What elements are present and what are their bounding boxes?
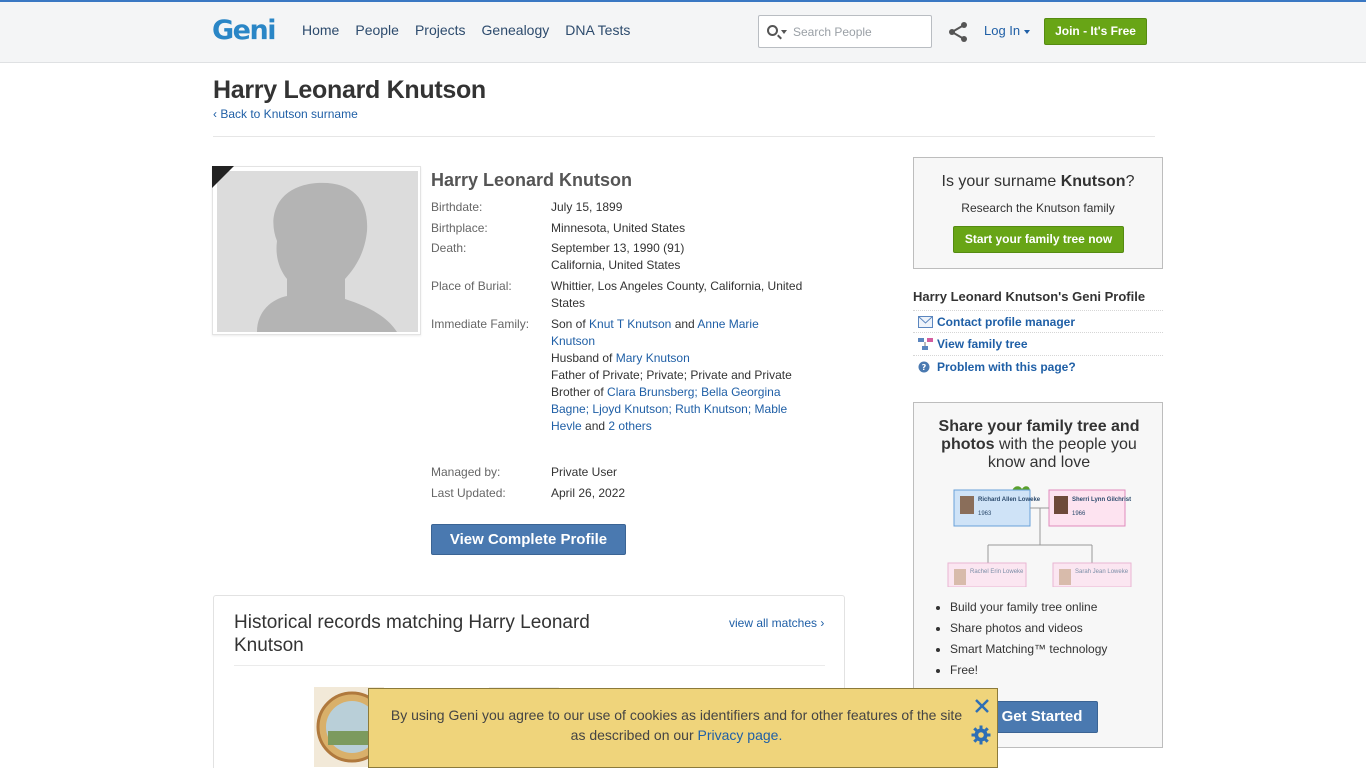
- parents-line: Son of Knut T Knutson and Anne Marie Knu…: [551, 316, 796, 350]
- login-menu[interactable]: Log In: [984, 23, 1031, 38]
- tree-person-name: Sherri Lynn Gilchrist: [1072, 497, 1131, 503]
- geni-profile-section: Harry Leonard Knutson's Geni Profile Con…: [913, 289, 1163, 374]
- divider: [234, 665, 825, 666]
- tree-person-year: 1966: [1072, 511, 1086, 517]
- envelope-icon: [918, 316, 933, 328]
- tree-person-name: Richard Allen Loweke: [978, 497, 1041, 503]
- main-nav: Home People Projects Genealogy DNA Tests: [302, 22, 646, 38]
- benefit-item: Free!: [950, 664, 1107, 676]
- close-icon[interactable]: [973, 697, 991, 715]
- tree-person-name: Rachel Erin Loweke: [970, 569, 1024, 575]
- death-label: Death:: [431, 241, 467, 255]
- benefits-list: Build your family tree online Share phot…: [950, 601, 1107, 685]
- cookie-message-text: By using Geni you agree to our use of co…: [390, 707, 963, 743]
- chevron-down-icon[interactable]: [781, 30, 787, 34]
- benefit-item: Build your family tree online: [950, 601, 1107, 613]
- divider: [213, 136, 1155, 137]
- husband-of-text: Husband of: [551, 351, 613, 365]
- nav-genealogy[interactable]: Genealogy: [482, 22, 550, 38]
- page-title: Harry Leonard Knutson: [213, 76, 486, 104]
- contact-manager-link[interactable]: Contact profile manager: [913, 310, 1163, 332]
- birthdate-label: Birthdate:: [431, 200, 483, 214]
- share-heading-rest: with the people you know and love: [987, 436, 1137, 471]
- others-link[interactable]: 2 others: [608, 419, 651, 433]
- surname-question-text: Is your surname: [941, 173, 1057, 190]
- geni-profile-heading: Harry Leonard Knutson's Geni Profile: [913, 289, 1146, 304]
- and-text: and: [585, 419, 606, 433]
- nav-dna-tests[interactable]: DNA Tests: [565, 22, 630, 38]
- contact-manager-label[interactable]: Contact profile manager: [937, 315, 1075, 329]
- privacy-page-link[interactable]: Privacy page.: [698, 727, 783, 743]
- nav-people[interactable]: People: [355, 22, 399, 38]
- chevron-down-icon: [1024, 29, 1031, 34]
- profile-photo[interactable]: [212, 166, 421, 335]
- managed-value: Private User: [551, 465, 618, 479]
- updated-value: April 26, 2022: [551, 486, 626, 500]
- deceased-ribbon: [212, 166, 234, 188]
- sibling-link[interactable]: Ljoyd Knutson: [592, 402, 668, 416]
- family-tree-illustration: Richard Allen Loweke 1963 Sherri Lynn Gi…: [947, 486, 1132, 587]
- view-family-tree-label[interactable]: View family tree: [937, 337, 1028, 351]
- search-icon: [767, 25, 778, 36]
- death-date: September 13, 1990 (91): [551, 241, 685, 255]
- death-place: California, United States: [551, 258, 681, 272]
- tree-person-year: 1963: [978, 511, 992, 517]
- problem-link[interactable]: ? Problem with this page?: [913, 355, 1163, 377]
- sibling-link[interactable]: Ruth Knutson: [675, 402, 748, 416]
- svg-text:?: ?: [922, 363, 927, 372]
- join-button[interactable]: Join - It's Free: [1044, 18, 1147, 45]
- silhouette-icon: [257, 182, 397, 332]
- search-box[interactable]: [758, 15, 932, 48]
- brother-of-text: Brother of: [551, 385, 604, 399]
- view-complete-profile-button[interactable]: View Complete Profile: [431, 524, 626, 555]
- family-label: Immediate Family:: [431, 317, 530, 331]
- benefit-item: Share photos and videos: [950, 622, 1107, 634]
- view-family-tree-link[interactable]: View family tree: [913, 332, 1163, 354]
- share-icon[interactable]: [947, 21, 969, 43]
- family-tree-icon: [918, 338, 933, 350]
- family-value: Son of Knut T Knutson and Anne Marie Knu…: [551, 316, 796, 435]
- share-heading: Share your family tree and photos with t…: [924, 418, 1154, 472]
- top-header: Geni Home People Projects Genealogy DNA …: [0, 0, 1366, 63]
- burial-value: Whittier, Los Angeles County, California…: [551, 279, 803, 310]
- sibling-link[interactable]: Clara Brunsberg: [607, 385, 694, 399]
- help-icon: ?: [918, 361, 930, 373]
- cookie-banner: By using Geni you agree to our use of co…: [368, 688, 998, 768]
- siblings-line: Brother of Clara Brunsberg; Bella Georgi…: [551, 385, 788, 433]
- profile-name: Harry Leonard Knutson: [431, 170, 633, 190]
- spouse-link[interactable]: Mary Knutson: [616, 351, 690, 365]
- son-of-text: Son of: [551, 317, 586, 331]
- records-title: Historical records matching Harry Leonar…: [234, 612, 590, 656]
- birthplace-value: Minnesota, United States: [551, 221, 686, 235]
- gear-icon[interactable]: [971, 725, 991, 745]
- benefit-item: Smart Matching™ technology: [950, 643, 1107, 655]
- burial-label: Place of Burial:: [431, 279, 512, 293]
- back-to-surname-link[interactable]: ‹ Back to Knutson surname: [213, 107, 358, 121]
- spouse-line: Husband of Mary Knutson: [551, 350, 796, 367]
- research-text: Research the Knutson family: [961, 201, 1115, 215]
- start-family-tree-button[interactable]: Start your family tree now: [953, 226, 1124, 253]
- father-link[interactable]: Knut T Knutson: [589, 317, 671, 331]
- managed-label: Managed by:: [431, 465, 501, 479]
- problem-label[interactable]: Problem with this page?: [937, 360, 1076, 374]
- login-label[interactable]: Log In: [984, 23, 1020, 38]
- geni-logo[interactable]: Geni: [212, 15, 276, 46]
- birthdate-value: July 15, 1899: [551, 200, 623, 214]
- surname-name: Knutson: [1060, 173, 1126, 190]
- question-mark: ?: [1125, 173, 1135, 190]
- surname-question: Is your surname Knutson?: [914, 173, 1162, 191]
- search-input[interactable]: [793, 24, 925, 40]
- updated-label: Last Updated:: [431, 486, 506, 500]
- get-started-button[interactable]: Get Started: [986, 701, 1098, 733]
- tree-person-name: Sarah Jean Loweke: [1075, 569, 1129, 575]
- cookie-message: By using Geni you agree to our use of co…: [389, 705, 964, 745]
- birthplace-label: Birthplace:: [431, 221, 488, 235]
- view-all-matches-link[interactable]: view all matches ›: [729, 616, 824, 630]
- and-text: and: [674, 317, 695, 331]
- children-line: Father of Private; Private; Private and …: [551, 368, 792, 382]
- death-value: September 13, 1990 (91) California, Unit…: [551, 240, 811, 274]
- nav-home[interactable]: Home: [302, 22, 339, 38]
- surname-box: Is your surname Knutson? Research the Kn…: [913, 157, 1163, 269]
- nav-projects[interactable]: Projects: [415, 22, 466, 38]
